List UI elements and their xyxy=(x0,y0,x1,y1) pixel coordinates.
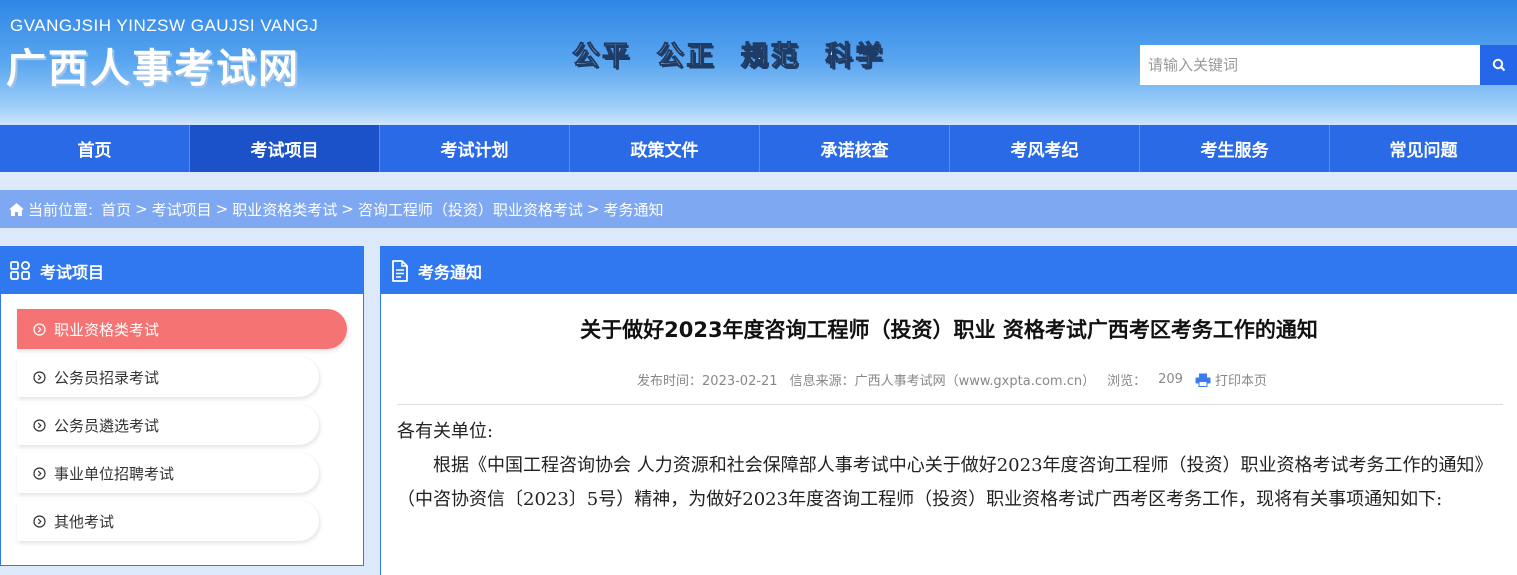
views-count: 209 xyxy=(1158,372,1183,387)
breadcrumb-link-notice[interactable]: 考务通知 xyxy=(603,199,663,220)
sidebar-item-label: 其他考试 xyxy=(54,512,115,531)
views-label: 浏览： xyxy=(1107,374,1147,389)
article-panel: 考务通知 关于做好2023年度咨询工程师（投资）职业 资格考试广西考区考务工作的… xyxy=(380,246,1517,575)
search-input[interactable] xyxy=(1140,45,1480,85)
printer-icon xyxy=(1195,373,1211,387)
breadcrumb-separator: > xyxy=(341,200,354,218)
article-panel-title: 考务通知 xyxy=(418,262,483,282)
circle-chevron-icon xyxy=(33,418,46,432)
circle-chevron-icon xyxy=(33,466,46,480)
document-icon xyxy=(390,259,410,282)
search-button[interactable] xyxy=(1480,45,1517,85)
nav-item-exam-plan[interactable]: 考试计划 xyxy=(380,125,570,172)
site-slogan: 公平 公正 规范 科学 xyxy=(571,41,886,73)
breadcrumb: 当前位置: 首页 > 考试项目 > 职业资格类考试 > 咨询工程师（投资）职业资… xyxy=(0,190,1517,228)
nav-item-commitment[interactable]: 承诺核查 xyxy=(760,125,950,172)
sidebar-item-civil-service-selection[interactable]: 公务员遴选考试 xyxy=(17,405,319,445)
nav-item-exam-projects[interactable]: 考试项目 xyxy=(190,125,380,172)
sidebar-title: 考试项目 xyxy=(40,262,105,282)
main-nav: 首页 考试项目 考试计划 政策文件 承诺核查 考风考纪 考生服务 常见问题 xyxy=(0,125,1517,172)
info-source: 信息来源：广西人事考试网（www.gxpta.com.cn） xyxy=(789,374,1096,389)
breadcrumb-link-home[interactable]: 首页 xyxy=(101,199,131,220)
sidebar-item-other[interactable]: 其他考试 xyxy=(17,501,319,541)
home-icon xyxy=(8,202,25,217)
sidebar-item-label: 事业单位招聘考试 xyxy=(54,464,175,483)
print-label: 打印本页 xyxy=(1214,374,1267,389)
sidebar-item-label: 职业资格类考试 xyxy=(54,320,160,339)
sidebar-item-civil-service-recruit[interactable]: 公务员招录考试 xyxy=(17,357,319,397)
sidebar-item-vocational[interactable]: 职业资格类考试 xyxy=(17,309,347,349)
breadcrumb-link-exam-projects[interactable]: 考试项目 xyxy=(152,199,212,220)
breadcrumb-link-vocational[interactable]: 职业资格类考试 xyxy=(232,199,337,220)
logo-chinese[interactable]: 广西人事考试网 xyxy=(6,36,300,94)
sidebar-item-public-institution[interactable]: 事业单位招聘考试 xyxy=(17,453,319,493)
nav-item-discipline[interactable]: 考风考纪 xyxy=(950,125,1140,172)
grid-apps-icon xyxy=(10,260,32,281)
nav-item-faq[interactable]: 常见问题 xyxy=(1330,125,1517,172)
print-button[interactable]: 打印本页 xyxy=(1195,370,1267,389)
sidebar: 考试项目 职业资格类考试 公务员招录考试 公务员遴选考试 事业单位招聘考试 其他… xyxy=(0,246,364,566)
circle-chevron-icon xyxy=(33,322,46,336)
breadcrumb-link-consulting-engineer[interactable]: 咨询工程师（投资）职业资格考试 xyxy=(358,199,583,220)
breadcrumb-separator: > xyxy=(215,200,229,218)
publish-date: 发布时间：2023-02-21 xyxy=(637,374,778,389)
article-paragraph: 根据《中国工程咨询协会 人力资源和社会保障部人事考试中心关于做好2023年度咨询… xyxy=(397,455,1493,510)
sidebar-header: 考试项目 xyxy=(1,247,363,294)
search-icon xyxy=(1492,58,1505,72)
article-panel-header: 考务通知 xyxy=(381,247,1517,294)
breadcrumb-label: 当前位置: xyxy=(28,200,94,219)
breadcrumb-separator: > xyxy=(135,200,148,218)
article-title: 关于做好2023年度咨询工程师（投资）职业 资格考试广西考区考务工作的通知 xyxy=(580,318,1318,342)
nav-item-policy[interactable]: 政策文件 xyxy=(570,125,760,172)
article-greeting: 各有关单位: xyxy=(397,421,494,442)
sidebar-list: 职业资格类考试 公务员招录考试 公务员遴选考试 事业单位招聘考试 其他考试 xyxy=(1,294,363,541)
site-header: GVANGJSIH YINZSW GAUJSI VANGJ 广西人事考试网 公平… xyxy=(0,0,1517,125)
circle-chevron-icon xyxy=(33,370,46,384)
sidebar-item-label: 公务员招录考试 xyxy=(54,368,160,387)
article-meta: 发布时间：2023-02-21 信息来源：广西人事考试网（www.gxpta.c… xyxy=(381,370,1517,389)
sidebar-item-label: 公务员遴选考试 xyxy=(54,416,160,435)
nav-item-home[interactable]: 首页 xyxy=(0,125,190,172)
circle-chevron-icon xyxy=(33,514,46,528)
breadcrumb-separator: > xyxy=(586,200,600,218)
article-body: 各有关单位: 根据《中国工程咨询协会 人力资源和社会保障部人事考试中心关于做好2… xyxy=(381,405,1517,517)
logo-english[interactable]: GVANGJSIH YINZSW GAUJSI VANGJ xyxy=(10,16,318,36)
nav-item-services[interactable]: 考生服务 xyxy=(1140,125,1330,172)
